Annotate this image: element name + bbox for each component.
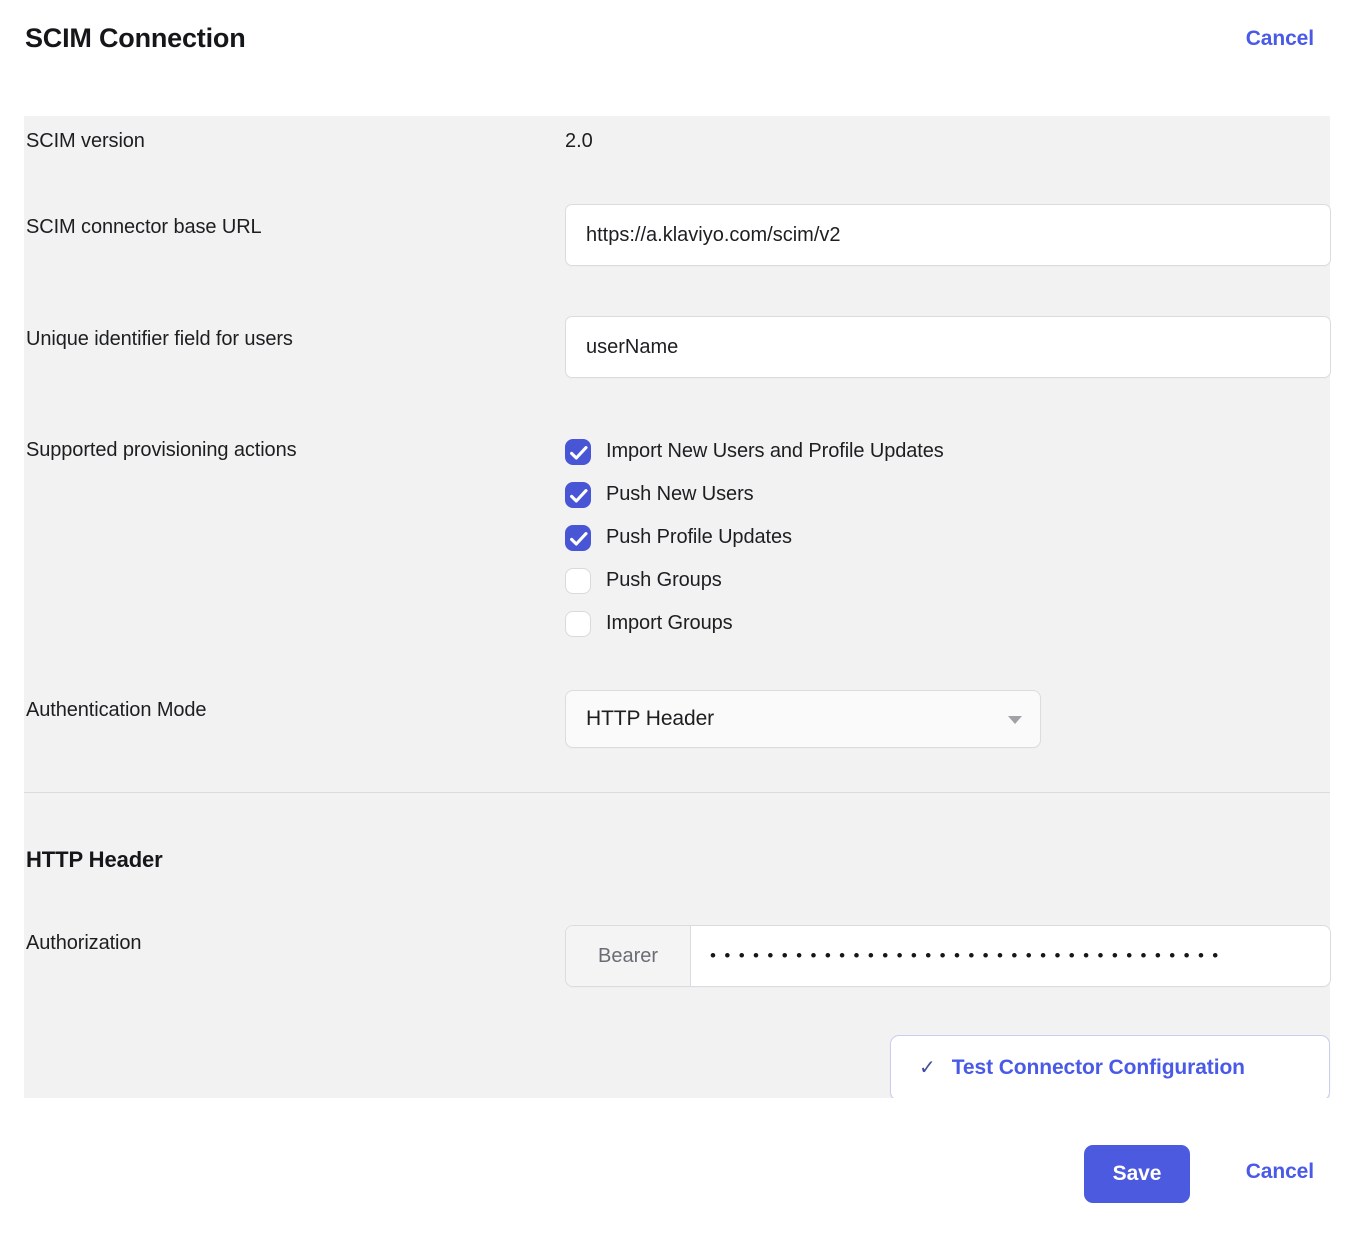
- authorization-secret-input[interactable]: ••••••••••••••••••••••••••••••••••••: [691, 926, 1330, 986]
- checkbox-label: Import Groups: [606, 612, 733, 635]
- authorization-prefix-addon: Bearer: [566, 926, 691, 986]
- footer-cancel-button[interactable]: Cancel: [1246, 1160, 1314, 1184]
- authorization-input-group: Bearer •••••••••••••••••••••••••••••••••…: [565, 925, 1331, 987]
- http-header-section-title: HTTP Header: [26, 847, 163, 873]
- test-connector-label: Test Connector Configuration: [952, 1056, 1245, 1080]
- checkbox-label: Push New Users: [606, 483, 754, 506]
- base-url-input[interactable]: [565, 204, 1331, 266]
- header-cancel-button[interactable]: Cancel: [1246, 27, 1314, 51]
- chevron-down-icon: [1008, 716, 1022, 724]
- checkbox-label: Push Profile Updates: [606, 526, 792, 549]
- scim-version-label: SCIM version: [26, 130, 145, 153]
- provisioning-actions-label: Supported provisioning actions: [26, 439, 297, 462]
- save-button[interactable]: Save: [1084, 1145, 1190, 1203]
- checkbox-label: Import New Users and Profile Updates: [606, 440, 944, 463]
- provisioning-actions-list: Import New Users and Profile Updates Pus…: [565, 430, 944, 645]
- authorization-label: Authorization: [26, 932, 141, 955]
- checkbox-row-import-new-users[interactable]: Import New Users and Profile Updates: [565, 430, 944, 473]
- unique-identifier-input[interactable]: [565, 316, 1331, 378]
- base-url-label: SCIM connector base URL: [26, 216, 262, 239]
- page-header: SCIM Connection Cancel: [0, 0, 1370, 116]
- scim-version-value: 2.0: [565, 130, 593, 153]
- checkbox-label: Push Groups: [606, 569, 722, 592]
- authentication-mode-select[interactable]: HTTP Header: [565, 690, 1041, 748]
- checkbox-unchecked-icon[interactable]: [565, 611, 591, 637]
- checkbox-row-push-groups[interactable]: Push Groups: [565, 559, 944, 602]
- checkbox-unchecked-icon[interactable]: [565, 568, 591, 594]
- checkbox-checked-icon[interactable]: [565, 439, 591, 465]
- checkbox-checked-icon[interactable]: [565, 482, 591, 508]
- unique-identifier-label: Unique identifier field for users: [26, 328, 293, 351]
- test-connector-configuration-button[interactable]: ✓ Test Connector Configuration: [890, 1035, 1330, 1101]
- section-divider: [24, 792, 1330, 793]
- checkbox-row-push-profile-updates[interactable]: Push Profile Updates: [565, 516, 944, 559]
- page-title: SCIM Connection: [25, 23, 246, 54]
- footer-actions: Save Cancel: [0, 1098, 1370, 1240]
- check-icon: ✓: [919, 1058, 936, 1078]
- authentication-mode-value: HTTP Header: [586, 707, 714, 731]
- scim-connection-panel: SCIM version 2.0 SCIM connector base URL…: [24, 116, 1330, 1098]
- checkbox-row-import-groups[interactable]: Import Groups: [565, 602, 944, 645]
- checkbox-checked-icon[interactable]: [565, 525, 591, 551]
- checkbox-row-push-new-users[interactable]: Push New Users: [565, 473, 944, 516]
- authentication-mode-label: Authentication Mode: [26, 699, 206, 722]
